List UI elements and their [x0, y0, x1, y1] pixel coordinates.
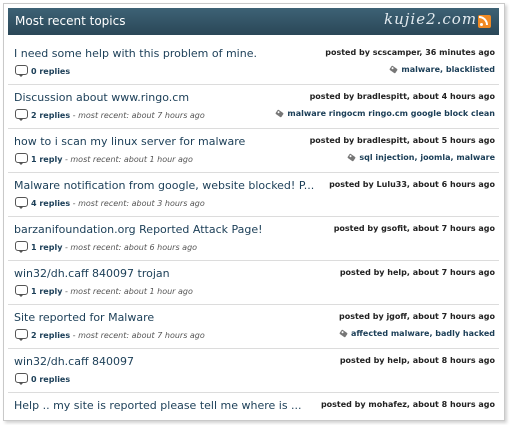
posted-by-text: posted by help, about 8 hours ago [339, 356, 495, 365]
comment-icon [15, 197, 28, 209]
replies-link[interactable]: 0 replies [31, 67, 70, 76]
topic-tags[interactable]: affected malware, badly hacked [339, 329, 495, 338]
topic-title-link[interactable]: barzanifoundation.org Reported Attack Pa… [14, 223, 263, 236]
posted-by-text: posted by gsofit, about 7 hours ago [333, 224, 495, 233]
topic-meta: 4 replies - most recent: about 3 hours a… [15, 197, 205, 209]
topic-title-link[interactable]: Malware notification from google, websit… [14, 179, 314, 192]
replies-link[interactable]: 1 reply [31, 155, 62, 164]
posted-by-text: posted by mohafez, about 8 hours ago [320, 400, 495, 409]
topic-tags[interactable]: malware, blacklisted [389, 65, 495, 74]
tags-text[interactable]: malware, blacklisted [401, 65, 495, 74]
posted-by-text: posted by scscamper, 36 minutes ago [325, 48, 495, 57]
topic-tags[interactable]: malware ringocm ringo.cm google block cl… [275, 109, 495, 118]
widget-header: Most recent topics kujie2.com [8, 8, 499, 35]
topic-row: I need some help with this problem of mi… [8, 41, 499, 85]
topic-row: how to i scan my linux server for malwar… [8, 129, 499, 173]
widget-frame: Most recent topics kujie2.com I need som… [3, 3, 505, 421]
topic-meta: 1 reply - most recent: about 1 hour ago [15, 153, 193, 165]
most-recent-text: - most recent: about 7 hours ago [70, 331, 205, 340]
rss-icon[interactable] [478, 15, 491, 28]
tags-text[interactable]: affected malware, badly hacked [351, 329, 495, 338]
most-recent-text: - most recent: about 6 hours ago [62, 243, 198, 252]
comment-icon [15, 285, 28, 297]
comment-icon [15, 329, 28, 341]
comment-icon [15, 65, 28, 77]
replies-link[interactable]: 2 replies [31, 331, 70, 340]
tag-icon [389, 65, 399, 74]
most-recent-text: - most recent: about 1 hour ago [62, 155, 193, 164]
topic-title-link[interactable]: win32/dh.caff 840097 [14, 355, 134, 368]
most-recent-text: - most recent: about 7 hours ago [70, 111, 205, 120]
posted-by-text: posted by bradlespitt, about 5 hours ago [309, 136, 495, 145]
posted-by-text: posted by bradlespitt, about 4 hours ago [309, 92, 495, 101]
topic-meta: 2 replies - most recent: about 7 hours a… [15, 329, 205, 341]
posted-by-text: posted by help, about 7 hours ago [339, 268, 495, 277]
topic-row: Help .. my site is reported please tell … [8, 393, 499, 415]
topic-title-link[interactable]: how to i scan my linux server for malwar… [14, 135, 245, 148]
replies-link[interactable]: 1 reply [31, 287, 62, 296]
comment-icon [15, 241, 28, 253]
replies-link[interactable]: 4 replies [31, 199, 70, 208]
tags-text[interactable]: malware ringocm ringo.cm google block cl… [287, 109, 495, 118]
posted-by-text: posted by jgoff, about 7 hours ago [338, 312, 495, 321]
most-recent-text: - most recent: about 1 hour ago [62, 287, 193, 296]
widget-title: Most recent topics [15, 14, 126, 28]
topic-title-link[interactable]: Discussion about www.ringo.cm [14, 91, 189, 104]
topic-row: Malware notification from google, websit… [8, 173, 499, 217]
tag-icon [339, 329, 348, 338]
comment-icon [15, 153, 28, 165]
replies-link[interactable]: 1 reply [31, 243, 62, 252]
topic-tags[interactable]: sql injection, joomla, malware [347, 153, 495, 162]
topic-row: win32/dh.caff 840097 0 replies posted by h… [8, 349, 499, 393]
replies-link[interactable]: 2 replies [31, 111, 70, 120]
most-recent-text: - most recent: about 3 hours ago [70, 199, 205, 208]
replies-link[interactable]: 0 replies [31, 375, 70, 384]
site-logo: kujie2.com [384, 10, 478, 28]
topic-meta: 1 reply - most recent: about 1 hour ago [15, 285, 193, 297]
topic-meta: 0 replies [15, 373, 70, 385]
topic-title-link[interactable]: Help .. my site is reported please tell … [14, 399, 302, 412]
tags-text[interactable]: sql injection, joomla, malware [359, 153, 495, 162]
topic-list: I need some help with this problem of mi… [8, 41, 499, 415]
topic-row: win32/dh.caff 840097 trojan 1 reply - mos… [8, 261, 499, 305]
topic-meta: 2 replies - most recent: about 7 hours a… [15, 109, 205, 121]
topic-row: Site reported for Malware 2 replies - mos… [8, 305, 499, 349]
tag-icon [275, 109, 285, 118]
topic-title-link[interactable]: win32/dh.caff 840097 trojan [14, 267, 170, 280]
topic-meta: 1 reply - most recent: about 6 hours ago [15, 241, 198, 253]
topic-title-link[interactable]: I need some help with this problem of mi… [14, 47, 257, 60]
tag-icon [347, 153, 357, 162]
comment-icon [15, 373, 28, 385]
topic-row: barzanifoundation.org Reported Attack Pa… [8, 217, 499, 261]
topic-row: Discussion about www.ringo.cm 2 replies -… [8, 85, 499, 129]
comment-icon [15, 109, 28, 121]
topic-title-link[interactable]: Site reported for Malware [14, 311, 154, 324]
topic-meta: 0 replies [15, 65, 70, 77]
widget-inner: Most recent topics kujie2.com I need som… [8, 8, 499, 415]
posted-by-text: posted by Lulu33, about 6 hours ago [329, 180, 495, 189]
